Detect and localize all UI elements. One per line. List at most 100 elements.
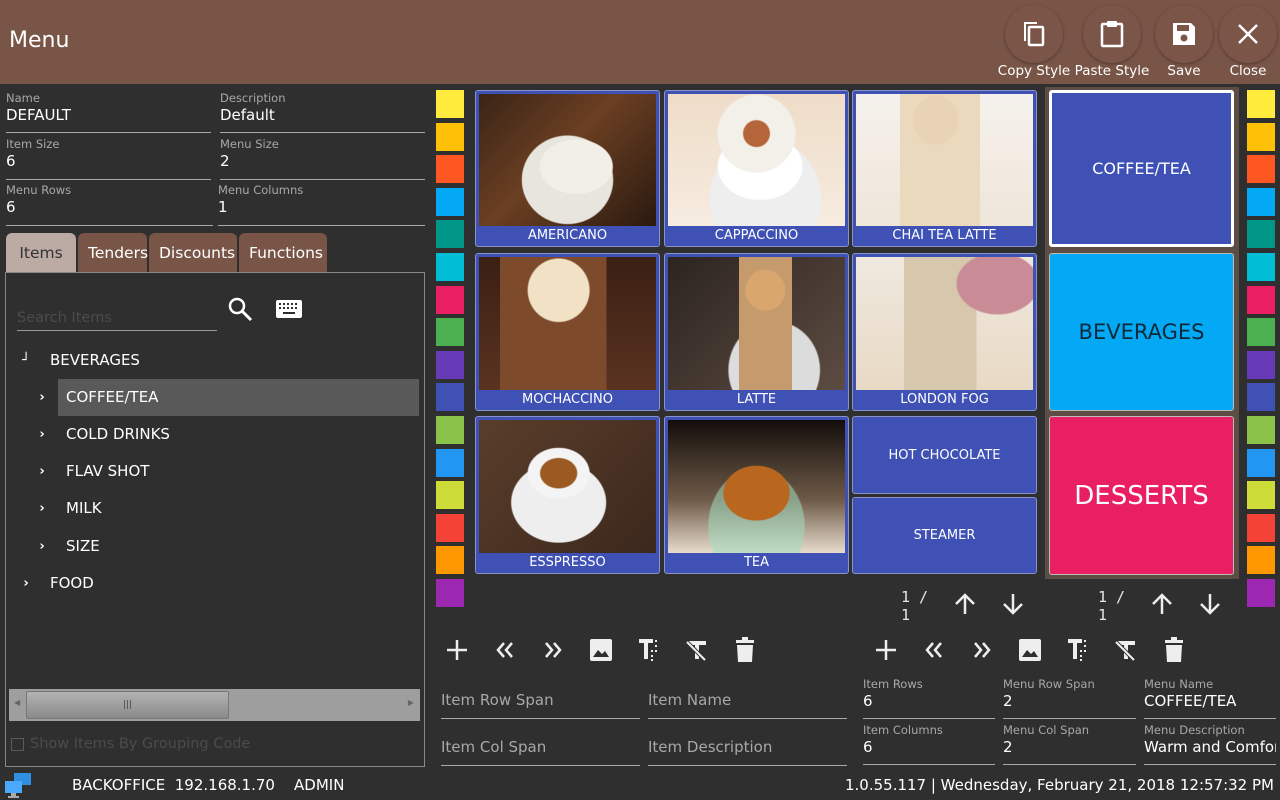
item-tile-chai-tea-latte[interactable]: CHAI TEA LATTE bbox=[852, 90, 1037, 247]
move-menu-right-button[interactable] bbox=[958, 632, 1006, 668]
tree-item-coffee-tea[interactable]: › COFFEE/TEA bbox=[0, 379, 420, 416]
copy-style-button[interactable]: Copy Style bbox=[998, 5, 1070, 83]
menu-clear-format-button[interactable] bbox=[1102, 632, 1150, 668]
chevron-right-icon[interactable]: › bbox=[35, 528, 49, 565]
description-field[interactable]: Description Default bbox=[220, 91, 425, 133]
item-tile-americano[interactable]: AMERICANO bbox=[475, 90, 660, 247]
scroll-left-icon[interactable]: ◀ bbox=[14, 698, 20, 707]
color-swatch[interactable] bbox=[436, 90, 464, 118]
delete-item-button[interactable] bbox=[721, 632, 769, 668]
add-item-button[interactable] bbox=[433, 632, 481, 668]
color-swatch[interactable] bbox=[1247, 318, 1275, 347]
horizontal-scrollbar[interactable]: ◀ ||| ▶ bbox=[9, 689, 420, 721]
item-description-field[interactable]: Item Description bbox=[648, 737, 847, 766]
tree-item-flav-shot[interactable]: › FLAV SHOT bbox=[0, 453, 420, 490]
menu-text-format-button[interactable] bbox=[1054, 632, 1102, 668]
item-page-up-button[interactable] bbox=[941, 592, 989, 620]
color-swatch[interactable] bbox=[1247, 187, 1275, 216]
menu-tile-beverages[interactable]: BEVERAGES bbox=[1049, 253, 1234, 411]
chevron-right-icon[interactable]: › bbox=[19, 565, 33, 602]
menu-row-span-field[interactable]: Menu Row Span 2 bbox=[1003, 677, 1136, 719]
item-col-span-field[interactable]: Item Col Span bbox=[441, 737, 640, 766]
tree-item-milk[interactable]: › MILK bbox=[0, 490, 420, 527]
item-text-format-button[interactable] bbox=[625, 632, 673, 668]
color-swatch[interactable] bbox=[1247, 122, 1275, 151]
color-swatch[interactable] bbox=[436, 155, 464, 184]
name-field[interactable]: Name DEFAULT bbox=[6, 91, 211, 133]
color-swatch[interactable] bbox=[1247, 448, 1275, 477]
tree-item-food[interactable]: › FOOD bbox=[0, 565, 420, 602]
item-tile-latte[interactable]: LATTE bbox=[664, 253, 849, 411]
chevron-right-icon[interactable]: › bbox=[35, 379, 49, 416]
tree-item-cold-drinks[interactable]: › COLD DRINKS bbox=[0, 416, 420, 453]
item-tile-cappaccino[interactable]: CAPPACCINO bbox=[664, 90, 849, 247]
menu-page-up-button[interactable] bbox=[1138, 592, 1186, 620]
color-swatch[interactable] bbox=[1247, 481, 1275, 510]
color-swatch[interactable] bbox=[436, 220, 464, 249]
keyboard-button[interactable] bbox=[275, 297, 303, 321]
search-input[interactable] bbox=[17, 298, 217, 330]
color-swatch[interactable] bbox=[436, 187, 464, 216]
menu-columns-field[interactable]: Menu Columns 1 bbox=[218, 183, 425, 226]
menu-rows-field[interactable]: Menu Rows 6 bbox=[6, 183, 213, 226]
tab-items[interactable]: Items bbox=[6, 233, 76, 272]
move-item-left-button[interactable] bbox=[481, 632, 529, 668]
item-tile-tea[interactable]: TEA bbox=[664, 416, 849, 574]
add-menu-button[interactable] bbox=[862, 632, 910, 668]
item-size-field[interactable]: Item Size 6 bbox=[6, 137, 211, 180]
item-image-button[interactable] bbox=[577, 632, 625, 668]
item-tile-steamer[interactable]: STEAMER bbox=[852, 497, 1037, 574]
delete-menu-button[interactable] bbox=[1150, 632, 1198, 668]
color-swatch[interactable] bbox=[436, 122, 464, 151]
color-swatch[interactable] bbox=[436, 448, 464, 477]
color-swatch[interactable] bbox=[1247, 579, 1275, 607]
color-swatch[interactable] bbox=[1247, 383, 1275, 412]
color-swatch[interactable] bbox=[436, 383, 464, 412]
tree-item-beverages[interactable]: ┘ BEVERAGES bbox=[15, 342, 420, 379]
color-swatch[interactable] bbox=[436, 350, 464, 379]
menu-page-down-button[interactable] bbox=[1186, 592, 1234, 620]
color-swatch[interactable] bbox=[436, 513, 464, 542]
menu-col-span-field[interactable]: Menu Col Span 2 bbox=[1003, 723, 1136, 765]
chevron-right-icon[interactable]: › bbox=[35, 453, 49, 490]
tab-tenders[interactable]: Tenders bbox=[78, 233, 148, 272]
menu-size-field[interactable]: Menu Size 2 bbox=[220, 137, 425, 180]
item-tile-london-fog[interactable]: LONDON FOG bbox=[852, 253, 1037, 411]
tab-discounts[interactable]: Discounts bbox=[149, 233, 237, 272]
tab-functions[interactable]: Functions bbox=[239, 233, 327, 272]
collapse-icon[interactable]: ┘ bbox=[19, 342, 33, 379]
item-tile-mochaccino[interactable]: MOCHACCINO bbox=[475, 253, 660, 411]
item-columns-field[interactable]: Item Columns 6 bbox=[863, 723, 995, 765]
color-swatch[interactable] bbox=[436, 481, 464, 510]
color-swatch[interactable] bbox=[436, 416, 464, 444]
color-swatch[interactable] bbox=[436, 253, 464, 281]
checkbox-box[interactable] bbox=[11, 737, 24, 751]
color-swatch[interactable] bbox=[1247, 220, 1275, 249]
color-swatch[interactable] bbox=[1247, 350, 1275, 379]
color-swatch[interactable] bbox=[1247, 285, 1275, 314]
menu-description-field[interactable]: Menu Description Warm and Comfort bbox=[1144, 723, 1276, 765]
menu-image-button[interactable] bbox=[1006, 632, 1054, 668]
item-rows-field[interactable]: Item Rows 6 bbox=[863, 677, 995, 719]
scrollbar-thumb[interactable]: ||| bbox=[26, 691, 229, 719]
color-swatch[interactable] bbox=[436, 318, 464, 347]
tree-item-size[interactable]: › SIZE bbox=[0, 528, 420, 565]
close-button[interactable]: Close bbox=[1217, 5, 1279, 83]
item-tile-hot-chocolate[interactable]: HOT CHOCOLATE bbox=[852, 416, 1037, 494]
color-swatch[interactable] bbox=[436, 285, 464, 314]
move-item-right-button[interactable] bbox=[529, 632, 577, 668]
item-name-field[interactable]: Item Name bbox=[648, 690, 847, 719]
item-clear-format-button[interactable] bbox=[673, 632, 721, 668]
item-page-down-button[interactable] bbox=[989, 592, 1037, 620]
move-menu-left-button[interactable] bbox=[910, 632, 958, 668]
show-grouping-checkbox[interactable]: Show Items By Grouping Code bbox=[11, 736, 250, 752]
menu-tile-desserts[interactable]: DESSERTS bbox=[1049, 416, 1234, 575]
menu-tile-coffee-tea[interactable]: COFFEE/TEA bbox=[1049, 90, 1234, 247]
chevron-right-icon[interactable]: › bbox=[35, 416, 49, 453]
item-row-span-field[interactable]: Item Row Span bbox=[441, 690, 640, 719]
color-swatch[interactable] bbox=[1247, 253, 1275, 281]
scroll-right-icon[interactable]: ▶ bbox=[408, 698, 414, 707]
color-swatch[interactable] bbox=[1247, 90, 1275, 118]
search-button[interactable] bbox=[226, 295, 254, 323]
color-swatch[interactable] bbox=[1247, 155, 1275, 184]
